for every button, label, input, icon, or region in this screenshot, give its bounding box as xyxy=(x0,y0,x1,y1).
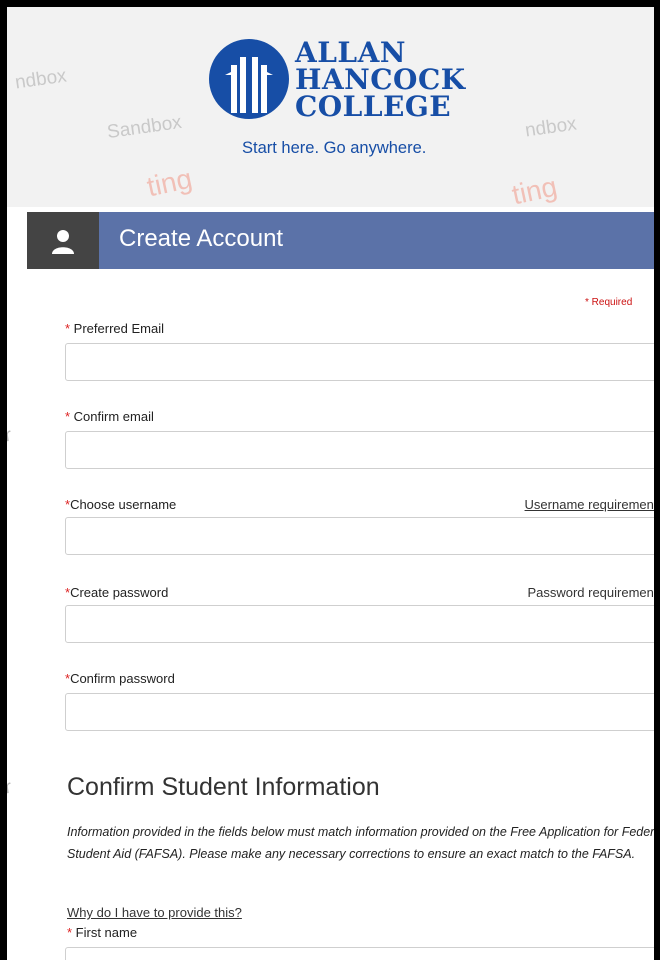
watermark-fragment: r xyxy=(3,776,13,799)
page-frame: ndbox Sandbox ndbox ting ting ALLAN HANC… xyxy=(0,0,660,960)
label-text: Choose username xyxy=(70,497,177,512)
header-icon-box xyxy=(27,212,99,269)
first-name-field[interactable] xyxy=(65,947,654,960)
watermark: ndbox xyxy=(13,65,68,94)
logo-line: HANCOCK xyxy=(295,63,466,96)
required-star: * xyxy=(65,321,74,336)
section-title: Confirm Student Information xyxy=(67,773,380,801)
password-label: *Create password Password requirements xyxy=(65,585,654,600)
required-star: * xyxy=(67,925,76,940)
required-note: * Required xyxy=(585,297,633,308)
username-requirements-link[interactable]: Username requirements xyxy=(525,497,654,512)
create-account-form: * Required * Preferred Email * Confirm e… xyxy=(27,269,660,960)
watermark: ting xyxy=(144,162,195,203)
label-text: Preferred Email xyxy=(73,321,164,336)
username-field[interactable] xyxy=(65,517,654,555)
create-password-field[interactable] xyxy=(65,605,654,643)
confirm-password-field[interactable] xyxy=(65,693,654,731)
preferred-email-field[interactable] xyxy=(65,343,654,381)
logo-line: ALLAN xyxy=(295,36,406,69)
logo-line: COLLEGE xyxy=(295,90,452,123)
first-name-label: * First name xyxy=(67,925,137,940)
confirm-password-label: *Confirm password xyxy=(65,671,175,686)
branding-band: ndbox Sandbox ndbox ting ting ALLAN HANC… xyxy=(7,7,654,210)
label-text: Confirm password xyxy=(70,671,175,686)
college-logo-mark-icon xyxy=(209,39,289,119)
watermark: Sandbox xyxy=(105,111,184,144)
username-label: *Choose username Username requirements xyxy=(65,497,654,512)
watermark-fragment: r xyxy=(3,424,13,447)
watermark: ting xyxy=(509,170,560,211)
tagline: Start here. Go anywhere. xyxy=(242,139,427,157)
college-name: ALLAN HANCOCK COLLEGE xyxy=(295,36,466,123)
label-text: First name xyxy=(75,925,138,940)
confirm-email-label: * Confirm email xyxy=(65,409,154,424)
watermark: ndbox xyxy=(523,113,578,142)
required-star: * xyxy=(65,409,74,424)
why-provide-link[interactable]: Why do I have to provide this? xyxy=(67,905,242,920)
fafsa-description: Information provided in the fields below… xyxy=(67,825,660,861)
label-text: Create password xyxy=(70,585,169,600)
password-requirements-hint[interactable]: Password requirements xyxy=(527,585,654,600)
confirm-email-field[interactable] xyxy=(65,431,654,469)
create-account-header: Create Account xyxy=(27,212,654,269)
label-text: Confirm email xyxy=(73,409,154,424)
user-icon xyxy=(52,229,74,254)
page-title: Create Account xyxy=(119,225,284,252)
email-label: * Preferred Email xyxy=(65,321,164,336)
